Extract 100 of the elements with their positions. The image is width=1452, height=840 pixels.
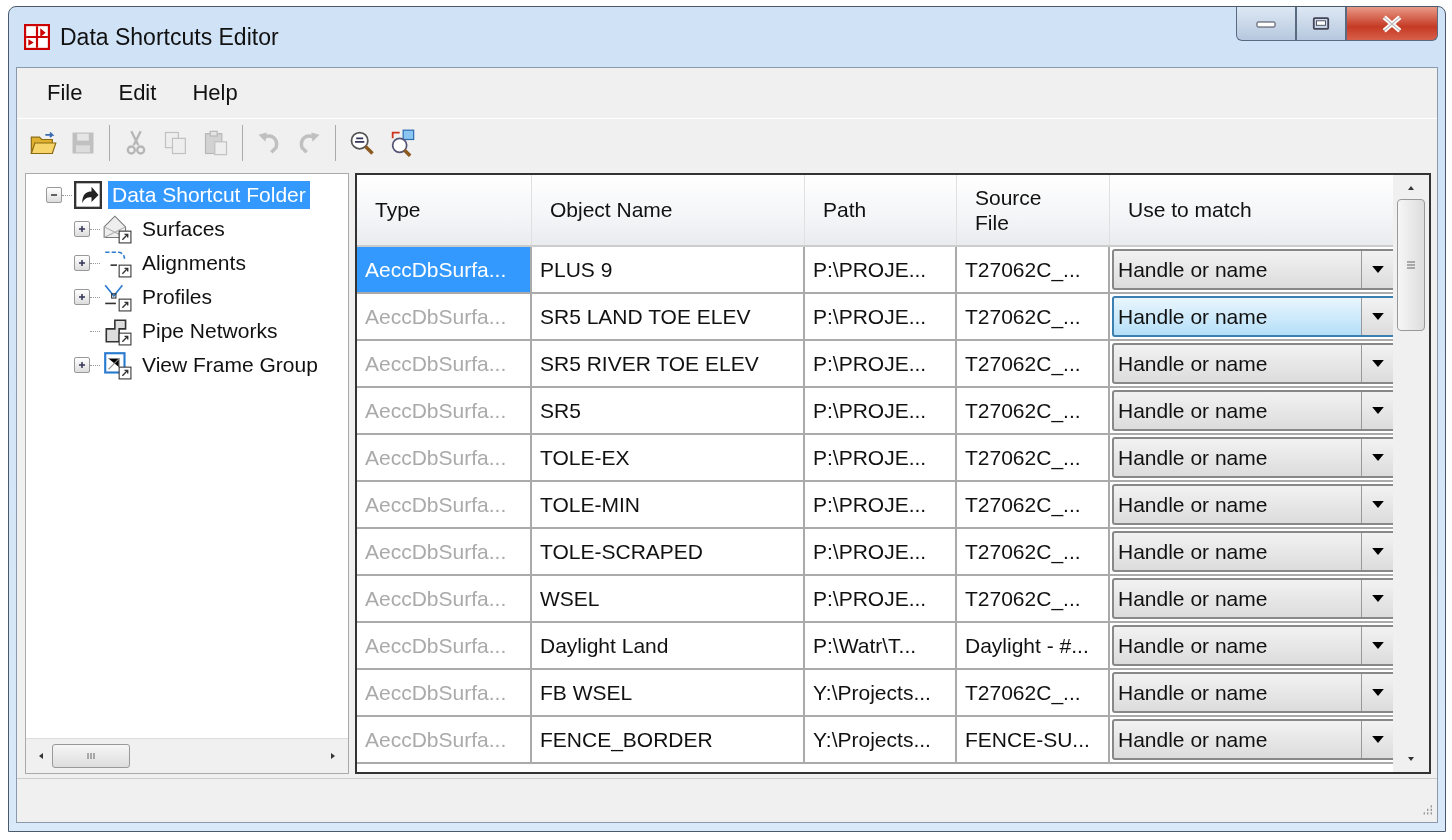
caret-icon (1372, 548, 1384, 555)
menu-item[interactable]: File (39, 76, 101, 110)
expand-toggle[interactable] (74, 289, 90, 305)
table-cell: PLUS 9 (532, 247, 805, 294)
caret-icon (1372, 313, 1384, 320)
view-frame-icon (102, 350, 132, 380)
menu-item[interactable]: Help (174, 76, 256, 110)
dropdown[interactable]: Handle or name (1112, 625, 1393, 666)
table-cell: P:\PROJE... (805, 294, 957, 341)
column-header[interactable]: Source File (957, 175, 1110, 245)
table-cell: T27062C_... (957, 341, 1110, 388)
table-cell: Y:\Projects... (805, 717, 957, 764)
table-cell: T27062C_... (957, 670, 1110, 717)
table-cell: FENCE-SU... (957, 717, 1110, 764)
window-title: Data Shortcuts Editor (60, 23, 279, 51)
caret-icon (1372, 407, 1384, 414)
expand-toggle[interactable] (74, 221, 90, 237)
plus-icon (76, 257, 88, 269)
menu-item[interactable]: Edit (100, 76, 175, 110)
dropdown[interactable]: Handle or name (1112, 531, 1393, 572)
table-cell: P:\PROJE... (805, 576, 957, 623)
dropdown[interactable]: Handle or name (1112, 390, 1393, 431)
maximize-button[interactable] (1296, 7, 1346, 41)
expand-toggle[interactable] (74, 357, 90, 373)
caret-icon (1372, 642, 1384, 649)
horizontal-scrollbar[interactable] (26, 738, 348, 773)
table-cell: T27062C_... (957, 576, 1110, 623)
dropdown[interactable]: Handle or name (1112, 578, 1393, 619)
table-cell: AeccDbSurfa... (357, 435, 532, 482)
maximize-icon (1312, 16, 1330, 31)
table-cell: AeccDbSurfa... (357, 294, 532, 341)
table-cell: TOLE-EX (532, 435, 805, 482)
table-cell: AeccDbSurfa... (357, 482, 532, 529)
table-cell: FB WSEL (532, 670, 805, 717)
expand-toggle[interactable] (74, 255, 90, 271)
table-cell: WSEL (532, 576, 805, 623)
table-cell: Y:\Projects... (805, 670, 957, 717)
table-cell: Daylight - #... (957, 623, 1110, 670)
table-cell: FENCE_BORDER (532, 717, 805, 764)
minimize-icon (1255, 18, 1277, 29)
caret-icon (1372, 454, 1384, 461)
app-icon (24, 24, 50, 50)
table-cell: TOLE-SCRAPED (532, 529, 805, 576)
plus-icon (76, 223, 88, 235)
table-cell: P:\PROJE... (805, 482, 957, 529)
table-cell: SR5 RIVER TOE ELEV (532, 341, 805, 388)
table-cell: AeccDbSurfa... (357, 717, 532, 764)
table-cell: P:\PROJE... (805, 247, 957, 294)
dropdown[interactable]: Handle or name (1112, 343, 1393, 384)
vertical-scrollbar[interactable] (1393, 175, 1429, 772)
tree-item[interactable]: Profiles (138, 283, 217, 311)
caret-icon (1372, 689, 1384, 696)
table-cell: AeccDbSurfa... (357, 623, 532, 670)
minimize-button[interactable] (1236, 7, 1296, 41)
table-cell: T27062C_... (957, 247, 1110, 294)
table-cell: T27062C_... (957, 294, 1110, 341)
caret-icon (1372, 360, 1384, 367)
column-header[interactable]: Use to match (1110, 175, 1393, 245)
column-header[interactable]: Path (805, 175, 957, 245)
tree-item[interactable]: Pipe Networks (138, 317, 282, 345)
plus-icon (76, 291, 88, 303)
table-cell: P:\PROJE... (805, 341, 957, 388)
tree-item[interactable]: Surfaces (138, 215, 229, 243)
caret-icon (1372, 595, 1384, 602)
table-cell: P:\PROJE... (805, 388, 957, 435)
plus-icon (76, 359, 88, 371)
table-cell: TOLE-MIN (532, 482, 805, 529)
table-cell: AeccDbSurfa... (357, 388, 532, 435)
table-cell: P:\PROJE... (805, 435, 957, 482)
profile-icon (102, 282, 132, 312)
dropdown[interactable]: Handle or name (1112, 719, 1393, 760)
table-cell: AeccDbSurfa... (357, 247, 532, 294)
column-header[interactable]: Type (357, 175, 532, 245)
column-header[interactable]: Object Name (532, 175, 805, 245)
dropdown[interactable]: Handle or name (1112, 437, 1393, 478)
table-cell: SR5 LAND TOE ELEV (532, 294, 805, 341)
dropdown[interactable]: Handle or name (1112, 672, 1393, 713)
caret-icon (1372, 266, 1384, 273)
collapse-toggle[interactable] (46, 187, 62, 203)
scroll-thumb[interactable] (1397, 199, 1425, 331)
close-button[interactable] (1346, 7, 1438, 41)
table-cell: AeccDbSurfa... (357, 529, 532, 576)
tree-item[interactable]: View Frame Group (138, 351, 322, 379)
table-cell: T27062C_... (957, 482, 1110, 529)
table-cell: AeccDbSurfa... (357, 341, 532, 388)
surface-icon (102, 214, 132, 244)
table-cell: P:\PROJE... (805, 529, 957, 576)
tree-item[interactable]: Alignments (138, 249, 250, 277)
table-cell: P:\Watr\T... (805, 623, 957, 670)
table-cell: T27062C_... (957, 435, 1110, 482)
dropdown[interactable]: Handle or name (1112, 249, 1393, 290)
table-cell: T27062C_... (957, 388, 1110, 435)
scroll-thumb[interactable] (52, 744, 130, 768)
table-cell: AeccDbSurfa... (357, 576, 532, 623)
table-cell: Daylight Land (532, 623, 805, 670)
dropdown[interactable]: Handle or name (1112, 296, 1393, 337)
alignment-icon (102, 248, 132, 278)
table-cell: AeccDbSurfa... (357, 670, 532, 717)
dropdown[interactable]: Handle or name (1112, 484, 1393, 525)
pipe-icon (102, 316, 132, 346)
